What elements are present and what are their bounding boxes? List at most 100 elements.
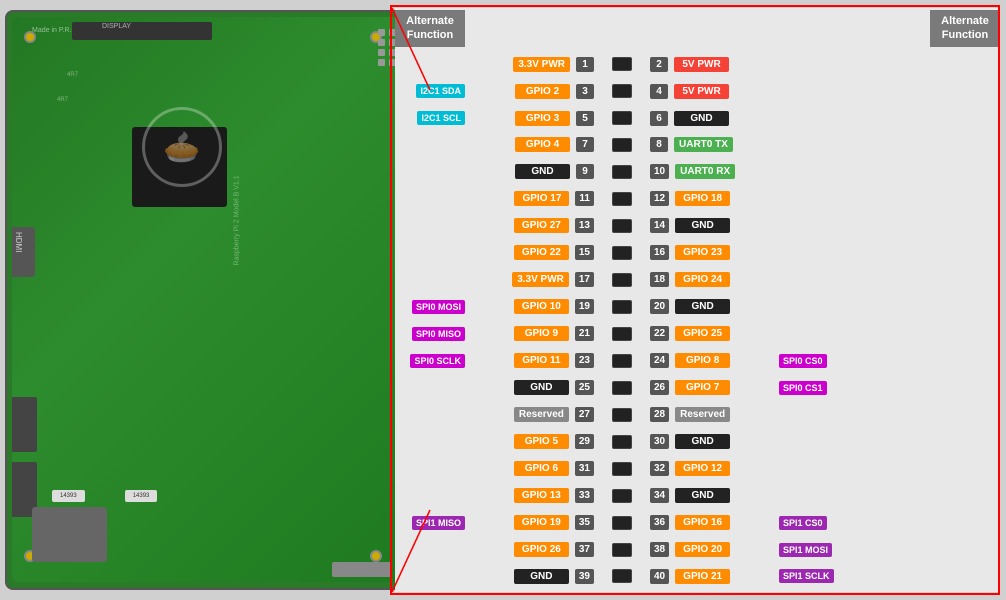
- right-pin-number-10: 22: [650, 326, 669, 341]
- right-pin-label-17: GPIO 16: [675, 515, 730, 530]
- right-pin-row-6: 14GND: [647, 213, 730, 239]
- connector-dot-17: [612, 516, 632, 530]
- left-pin-number-9: 19: [575, 299, 594, 314]
- right-pin-row-11: 24GPIO 8: [647, 348, 730, 374]
- left-pin-number-11: 23: [575, 353, 594, 368]
- left-alt-label-1: I2C1 SDA: [416, 84, 465, 98]
- center-connector-16: [612, 483, 632, 509]
- right-alt-row-19: SPI1 SCLK: [779, 563, 834, 589]
- center-connector-6: [612, 213, 632, 239]
- left-pin-row-3: GPIO 4 7: [515, 132, 597, 158]
- connector-dot-7: [612, 246, 632, 260]
- right-pin-label-0: 5V PWR: [674, 57, 729, 72]
- left-pin-row-11: GPIO 1123: [514, 348, 597, 374]
- right-pin-row-13: 28Reserved: [647, 402, 730, 428]
- center-connector-0: [612, 51, 632, 77]
- right-pin-row-15: 32GPIO 12: [647, 456, 730, 482]
- right-pin-number-13: 28: [650, 407, 669, 422]
- left-alt-label-11: SPI0 SCLK: [410, 354, 465, 368]
- right-pin-number-8: 18: [650, 272, 669, 287]
- center-connector-19: [612, 563, 632, 589]
- left-pin-label-13: Reserved: [514, 407, 569, 422]
- pins-area: I2C1 SDAI2C1 SCLSPI0 MOSISPI0 MISOSPI0 S…: [395, 49, 1000, 592]
- connector-dot-18: [612, 543, 632, 557]
- left-pin-row-6: GPIO 27 13: [514, 213, 597, 239]
- connector-dot-4: [612, 165, 632, 179]
- right-pin-row-10: 22GPIO 25: [647, 321, 730, 347]
- main-container: Made in P.R.C DISPLAY 🥧 HDMI: [0, 0, 1006, 600]
- left-pin-label-4: GND: [515, 164, 570, 179]
- center-connector-2: [612, 105, 632, 131]
- left-pin-label-10: GPIO 9: [514, 326, 569, 341]
- left-pin-number-12: 25: [575, 380, 594, 395]
- right-pin-row-2: 6GND: [647, 105, 729, 131]
- connector-dot-3: [612, 138, 632, 152]
- connector-dot-12: [612, 381, 632, 395]
- left-pin-row-16: GPIO 1333: [514, 483, 597, 509]
- left-alt-row-2: I2C1 SCL: [417, 105, 465, 131]
- right-alt-row-17: SPI1 CS0: [779, 510, 827, 536]
- left-pin-label-1: GPIO 2: [515, 84, 570, 99]
- connector-dot-14: [612, 435, 632, 449]
- right-pin-label-2: GND: [674, 111, 729, 126]
- left-pin-label-5: GPIO 17: [514, 191, 569, 206]
- center-connector-10: [612, 321, 632, 347]
- connector-dot-13: [612, 408, 632, 422]
- left-pin-row-14: GPIO 529: [514, 429, 597, 455]
- center-connector-17: [612, 510, 632, 536]
- left-pin-number-8: 17: [575, 272, 594, 287]
- left-alt-label-9: SPI0 MOSI: [412, 300, 465, 314]
- left-pin-number-14: 29: [575, 434, 594, 449]
- connector-dot-1: [612, 84, 632, 98]
- right-pin-number-4: 10: [650, 164, 669, 179]
- right-pin-row-16: 34GND: [647, 483, 730, 509]
- right-pin-row-0: 2 5V PWR: [647, 51, 729, 77]
- left-pin-row-1: GPIO 23: [515, 78, 597, 104]
- left-pin-label-8: 3.3V PWR: [512, 272, 569, 287]
- right-pin-row-5: 12GPIO 18: [647, 186, 730, 212]
- right-pin-row-3: 8 UART0 TX: [647, 132, 733, 158]
- right-pin-label-3: UART0 TX: [674, 137, 733, 152]
- center-connector-3: [612, 132, 632, 158]
- right-pin-number-12: 26: [650, 380, 669, 395]
- left-pin-label-6: GPIO 27: [514, 218, 569, 233]
- left-pin-number-6: 13: [575, 218, 594, 233]
- left-pin-number-3: 7: [576, 137, 594, 152]
- right-pin-label-7: GPIO 23: [675, 245, 730, 260]
- right-pin-label-11: GPIO 8: [675, 353, 730, 368]
- left-pin-number-10: 21: [575, 326, 594, 341]
- connector-dot-8: [612, 273, 632, 287]
- left-pin-number-0: 1: [576, 57, 594, 72]
- diagram-header: Alternate Function Alternate Function: [395, 8, 1000, 49]
- left-pin-row-18: GPIO 2637: [514, 537, 597, 563]
- right-pin-row-4: 10UART0 RX: [647, 159, 735, 185]
- center-connector-13: [612, 402, 632, 428]
- left-alt-row-1: I2C1 SDA: [416, 78, 465, 104]
- right-pin-number-0: 2: [650, 57, 668, 72]
- right-pin-row-8: 18 GPIO 24: [647, 267, 730, 293]
- left-pin-row-0: 3.3V PWR1: [513, 51, 597, 77]
- right-pin-label-6: GND: [675, 218, 730, 233]
- right-pin-label-8: GPIO 24: [675, 272, 730, 287]
- left-pin-number-2: 5: [576, 111, 594, 126]
- left-pin-label-15: GPIO 6: [514, 461, 569, 476]
- left-pin-number-17: 35: [575, 515, 594, 530]
- board-image: Made in P.R.C DISPLAY 🥧 HDMI: [5, 10, 435, 590]
- right-pin-number-3: 8: [650, 137, 668, 152]
- right-pin-label-19: GPIO 21: [675, 569, 730, 584]
- left-pin-row-17: GPIO 1935: [514, 510, 597, 536]
- left-pin-label-3: GPIO 4: [515, 137, 570, 152]
- center-connector-7: [612, 240, 632, 266]
- center-connector-12: [612, 375, 632, 401]
- connector-dot-6: [612, 219, 632, 233]
- connector-dot-15: [612, 462, 632, 476]
- right-pin-number-14: 30: [650, 434, 669, 449]
- left-pin-row-5: GPIO 17 11: [514, 186, 597, 212]
- right-pin-label-15: GPIO 12: [675, 461, 730, 476]
- left-pin-row-9: GPIO 1019: [514, 294, 597, 320]
- pin-diagram: Alternate Function Alternate Function I2…: [395, 8, 1000, 592]
- right-pin-label-16: GND: [675, 488, 730, 503]
- left-pin-number-13: 27: [575, 407, 594, 422]
- left-pin-number-5: 11: [575, 191, 594, 206]
- right-pin-row-9: 20GND: [647, 294, 730, 320]
